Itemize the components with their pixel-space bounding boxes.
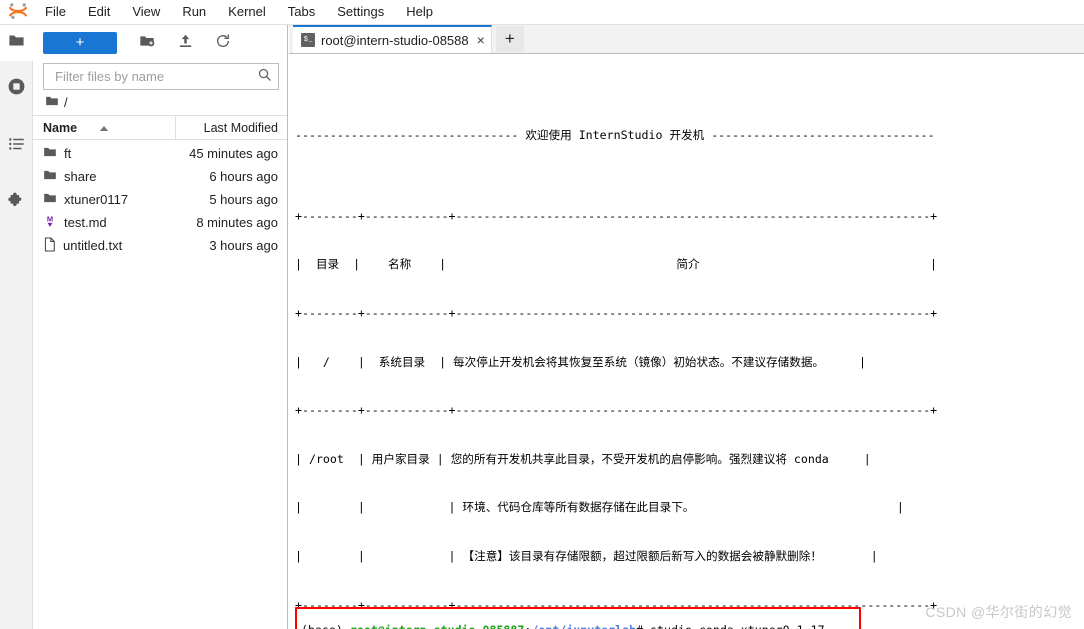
prompt-user-host: root@intern-studio-085887: [350, 623, 525, 629]
new-folder-icon: [139, 33, 155, 54]
tab-label: root@intern-studio-08588: [321, 32, 469, 48]
close-icon[interactable]: ×: [477, 33, 485, 47]
refresh-button[interactable]: [209, 31, 237, 55]
menu-item-settings[interactable]: Settings: [326, 1, 395, 23]
prompt-path: /opt/jupyterlab: [531, 623, 636, 629]
prompt-env: (base): [301, 623, 350, 629]
jupyterlab-window: File Edit View Run Kernel Tabs Settings …: [0, 0, 1084, 629]
caret-up-icon: [99, 121, 109, 135]
column-header-name[interactable]: Name: [33, 121, 175, 135]
breadcrumb-path: /: [64, 95, 68, 110]
menu-item-edit[interactable]: Edit: [77, 1, 121, 23]
file-browser-panel: + Filter files by name / Name Last Modif…: [33, 25, 288, 629]
add-tab-button[interactable]: +: [495, 26, 524, 52]
terminal-line: +--------+------------+-----------------…: [295, 306, 938, 321]
refresh-icon: [215, 33, 231, 54]
list-item[interactable]: xtuner0117 5 hours ago: [33, 188, 287, 211]
folder-icon: [45, 94, 59, 111]
puzzle-icon: [7, 191, 26, 215]
file-modified: 6 hours ago: [209, 169, 278, 184]
search-input[interactable]: [53, 68, 257, 85]
list-item[interactable]: M test.md 8 minutes ago: [33, 211, 287, 234]
markdown-file-icon: M: [43, 214, 57, 232]
file-modified: 5 hours ago: [209, 192, 278, 207]
prompt-command: studio-conda xtuner0.1.17: [650, 623, 825, 629]
new-launcher-button[interactable]: +: [43, 32, 117, 54]
file-name: test.md: [64, 215, 107, 230]
upload-button[interactable]: [171, 31, 199, 55]
sidebar-item-file-browser[interactable]: [0, 25, 33, 61]
menu-item-help[interactable]: Help: [395, 1, 444, 23]
text-file-icon: [43, 237, 56, 255]
list-item[interactable]: ft 45 minutes ago: [33, 142, 287, 165]
file-name: xtuner0117: [64, 192, 129, 207]
jupyter-logo-icon: [0, 0, 34, 25]
file-name: share: [64, 169, 97, 184]
folder-icon: [43, 145, 57, 162]
terminal-prompt-line: (base) root@intern-studio-085887:/opt/ju…: [301, 622, 825, 629]
file-modified: 3 hours ago: [209, 238, 278, 253]
file-modified: 8 minutes ago: [196, 215, 278, 230]
terminal-output[interactable]: -------------------------------- 欢迎使用 In…: [289, 54, 1084, 629]
terminal-line: | / | 系统目录 | 每次停止开发机会将其恢复至系统（镜像）初始状态。不建议…: [295, 354, 866, 369]
list-item[interactable]: untitled.txt 3 hours ago: [33, 234, 287, 257]
terminal-line: | | | 环境、代码仓库等所有数据存储在此目录下。 |: [295, 500, 904, 515]
menu-item-tabs[interactable]: Tabs: [277, 1, 326, 23]
file-name: untitled.txt: [63, 238, 123, 253]
file-list-header: Name Last Modified: [33, 115, 287, 140]
activity-bar: [0, 25, 33, 629]
terminal-line: +--------+------------+-----------------…: [295, 403, 938, 418]
upload-icon: [178, 33, 193, 54]
terminal-line: +--------+------------+-----------------…: [295, 208, 938, 223]
menu-item-run[interactable]: Run: [171, 1, 217, 23]
watermark: CSDN @华尔街的幻觉: [925, 604, 1072, 620]
terminal-icon: $_: [301, 33, 315, 47]
terminal-line: | /root | 用户家目录 | 您的所有开发机共享此目录，不受开发机的启停影…: [295, 451, 871, 466]
column-header-name-label: Name: [43, 120, 78, 135]
search-icon: [257, 67, 272, 87]
menu-item-file[interactable]: File: [34, 1, 77, 23]
file-list: ft 45 minutes ago share 6 hours ago xtun…: [33, 140, 287, 629]
file-browser-toolbar: +: [33, 25, 287, 61]
menu-bar: File Edit View Run Kernel Tabs Settings …: [0, 0, 1084, 25]
menu-item-view[interactable]: View: [121, 1, 171, 23]
prompt-sigil: #: [636, 623, 650, 629]
folder-icon: [8, 32, 25, 54]
filter-files-field[interactable]: [43, 63, 279, 90]
folder-icon: [43, 191, 57, 208]
new-folder-button[interactable]: [133, 31, 161, 55]
tab-bar: $_ root@intern-studio-08588 × +: [289, 25, 1084, 54]
terminal-line: | 目录 | 名称 | 简介 |: [295, 257, 937, 272]
column-header-last-modified[interactable]: Last Modified: [175, 116, 287, 139]
stop-circle-icon: [7, 77, 26, 101]
terminal-line: | | | 【注意】该目录有存储限额，超过限额后新写入的数据会被静默删除！ |: [295, 549, 878, 564]
tab-terminal[interactable]: $_ root@intern-studio-08588 ×: [293, 25, 492, 53]
main-area: $_ root@intern-studio-08588 × + --------…: [289, 25, 1084, 629]
svg-text:M: M: [47, 214, 53, 223]
menu-item-list: File Edit View Run Kernel Tabs Settings …: [34, 1, 444, 23]
sidebar-item-running-terminals[interactable]: [0, 61, 33, 117]
sidebar-item-table-of-contents[interactable]: [0, 117, 33, 175]
breadcrumb[interactable]: /: [33, 90, 287, 115]
menu-item-kernel[interactable]: Kernel: [217, 1, 277, 23]
terminal-line: -------------------------------- 欢迎使用 In…: [295, 127, 935, 142]
file-modified: 45 minutes ago: [189, 146, 278, 161]
folder-icon: [43, 168, 57, 185]
list-item[interactable]: share 6 hours ago: [33, 165, 287, 188]
file-name: ft: [64, 146, 72, 161]
sidebar-item-extension-manager[interactable]: [0, 175, 33, 231]
list-icon: [8, 135, 26, 158]
